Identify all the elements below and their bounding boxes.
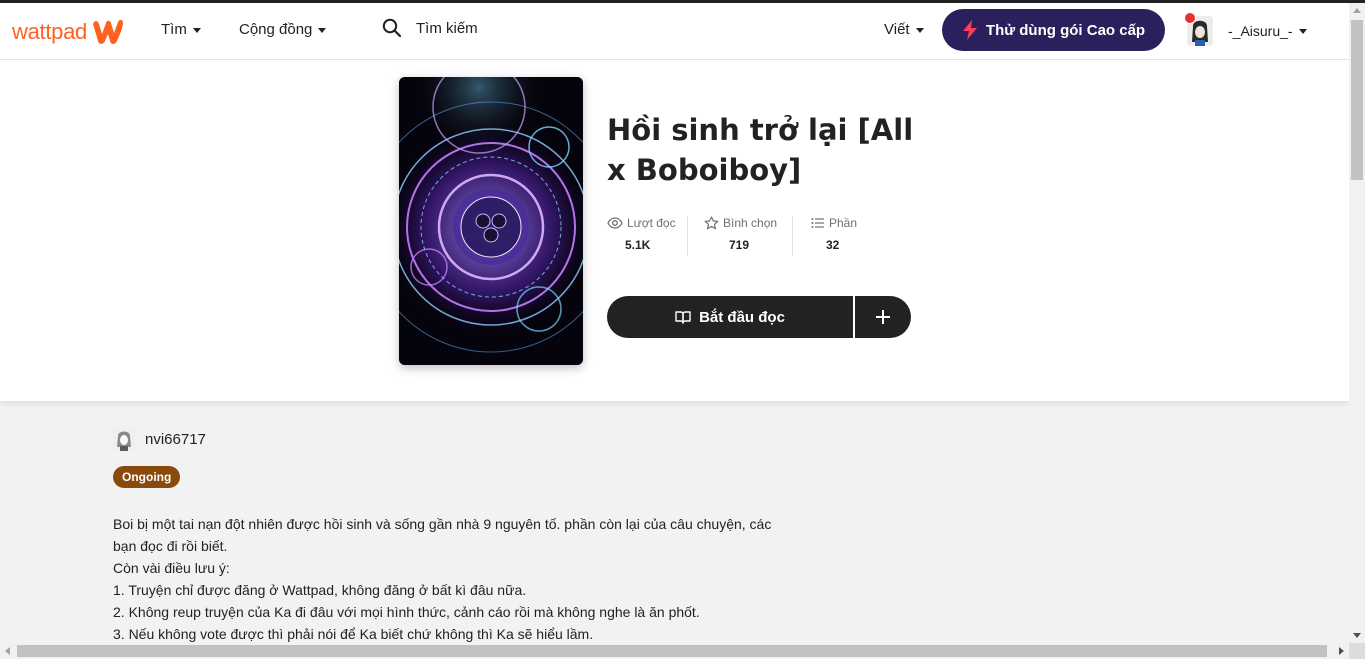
reads-label: Lượt đọc (627, 216, 676, 230)
search-box[interactable]: Tìm kiếm (382, 18, 478, 38)
horizontal-scrollbar[interactable] (0, 643, 1349, 659)
community-menu-label: Cộng đồng (239, 21, 313, 38)
author-link[interactable]: nvi66717 (113, 427, 206, 451)
description-line: 1. Truyện chỉ được đăng ở Wattpad, không… (113, 582, 527, 598)
description-line: bạn đọc đi rồi biết. (113, 538, 228, 554)
reads-stat: Lượt đọc 5.1K (607, 216, 687, 256)
story-cover-image[interactable] (399, 77, 583, 365)
chevron-down-icon (192, 27, 201, 33)
star-icon (704, 216, 719, 230)
notification-dot (1184, 12, 1196, 24)
username-label: -_Aisuru_- (1228, 23, 1293, 39)
search-icon (382, 18, 402, 38)
description-line: Boi bị một tai nạn đột nhiên được hồi si… (113, 516, 772, 532)
write-menu-label: Viết (884, 21, 910, 38)
scrollbar-corner (1349, 643, 1365, 659)
try-premium-button[interactable]: Thử dùng gói Cao cấp (942, 9, 1165, 51)
user-avatar[interactable] (1184, 12, 1213, 48)
wattpad-logo[interactable]: wattpad (12, 15, 126, 49)
vertical-scrollbar[interactable] (1349, 3, 1365, 643)
description-line: Còn vài điều lưu ý: (113, 560, 230, 576)
magic-circle-artwork (399, 77, 583, 365)
parts-value: 32 (826, 238, 840, 252)
story-hero-section: Hồi sinh trở lại [All x Boboiboy] Lượt đ… (0, 60, 1349, 401)
add-to-library-button[interactable] (855, 296, 911, 338)
open-book-icon (675, 311, 691, 324)
scroll-right-arrow-icon[interactable] (1339, 647, 1344, 655)
browse-menu-label: Tìm (161, 21, 187, 38)
author-name[interactable]: nvi66717 (145, 431, 206, 448)
scroll-down-arrow-icon[interactable] (1353, 633, 1361, 638)
list-icon (811, 218, 824, 228)
top-navigation-bar: wattpad Tìm Cộng đồng Tìm kiếm Viết Thử … (0, 3, 1349, 60)
parts-label: Phần (829, 216, 858, 230)
reads-value: 5.1K (625, 238, 651, 252)
chevron-down-icon (915, 27, 924, 33)
search-input[interactable]: Tìm kiếm (416, 20, 478, 37)
parts-stat: Phần 32 (793, 216, 863, 256)
wattpad-w-icon (92, 19, 123, 44)
story-title: Hồi sinh trở lại [All x Boboiboy] (607, 113, 914, 187)
votes-label: Bình chọn (723, 216, 778, 230)
avatar (113, 427, 135, 451)
try-premium-label: Thử dùng gói Cao cấp (985, 21, 1146, 39)
chevron-down-icon (1298, 29, 1307, 34)
votes-value: 719 (729, 238, 750, 252)
description-line: 3. Nếu không vote được thì phải nói để K… (113, 626, 594, 642)
browse-menu[interactable]: Tìm (161, 21, 201, 38)
vertical-scrollbar-thumb[interactable] (1351, 20, 1363, 180)
description-line: 2. Không reup truyện của Ka đi đâu với m… (113, 604, 700, 620)
eye-icon (607, 217, 623, 229)
scroll-up-arrow-icon[interactable] (1353, 8, 1361, 13)
scroll-left-arrow-icon[interactable] (5, 647, 10, 655)
start-reading-button[interactable]: Bắt đầu đọc (607, 296, 853, 338)
lightning-icon (962, 20, 977, 40)
story-description: Boi bị một tai nạn đột nhiên được hồi si… (113, 513, 833, 645)
chevron-down-icon (318, 27, 327, 33)
user-menu[interactable]: -_Aisuru_- (1228, 23, 1307, 39)
logo-text: wattpad (12, 19, 87, 44)
status-badge: Ongoing (113, 466, 181, 488)
start-reading-label: Bắt đầu đọc (699, 308, 785, 326)
community-menu[interactable]: Cộng đồng (239, 21, 327, 38)
write-menu[interactable]: Viết (884, 21, 924, 38)
votes-stat: Bình chọn 719 (688, 216, 792, 256)
story-stats: Lượt đọc 5.1K Bình chọn 719 Phần 32 (607, 216, 863, 256)
horizontal-scrollbar-thumb[interactable] (17, 645, 1327, 657)
author-avatar-image (113, 427, 135, 451)
plus-icon (876, 310, 890, 324)
